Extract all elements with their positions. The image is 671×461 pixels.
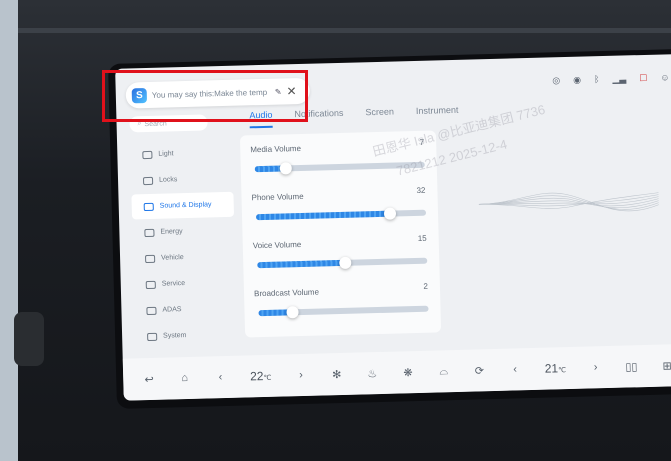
sidebar-item-adas[interactable]: ADAS bbox=[134, 296, 237, 324]
sound-wave-graphic bbox=[478, 192, 659, 212]
slider-handle[interactable] bbox=[286, 306, 299, 319]
home-icon[interactable]: ⌂ bbox=[179, 372, 191, 384]
temp-right-increase-icon[interactable]: › bbox=[590, 361, 602, 373]
sidebar-item-label: Vehicle bbox=[161, 254, 184, 262]
sidebar-item-energy[interactable]: Energy bbox=[132, 218, 235, 246]
temp-right-value[interactable]: 21℃ bbox=[544, 361, 567, 376]
temp-left-number: 22 bbox=[249, 369, 264, 384]
dashboard-trim bbox=[18, 28, 671, 33]
user-icon[interactable]: ☺ bbox=[660, 72, 669, 83]
display-icon bbox=[143, 202, 154, 211]
status-bar: ◎ ◉ ᛒ ▁▃ ☐ ☺ bbox=[552, 72, 669, 86]
sidebar-item-vehicle[interactable]: Vehicle bbox=[133, 244, 236, 272]
broadcast-icon: ◎ bbox=[552, 75, 561, 86]
back-icon[interactable]: ↩ bbox=[143, 372, 155, 385]
temp-unit: ℃ bbox=[263, 374, 272, 383]
volume-value: 32 bbox=[416, 185, 426, 195]
light-icon bbox=[142, 150, 153, 159]
window-frame-left bbox=[0, 0, 18, 461]
temp-right-decrease-icon[interactable]: ‹ bbox=[509, 363, 521, 375]
tab-screen[interactable]: Screen bbox=[365, 107, 394, 126]
signal-icon: ▁▃ bbox=[612, 73, 627, 84]
energy-icon bbox=[144, 228, 155, 237]
voice-volume-control: Voice Volume 15 bbox=[253, 231, 430, 276]
slider-handle[interactable] bbox=[279, 162, 292, 175]
highlight-box bbox=[102, 70, 308, 122]
sidebar-item-label: Service bbox=[161, 280, 186, 288]
sidebar-item-label: Sound & Display bbox=[159, 201, 212, 210]
volume-value: 15 bbox=[417, 233, 427, 243]
temp-left-decrease-icon[interactable]: ‹ bbox=[214, 371, 226, 383]
volume-label: Broadcast Volume bbox=[253, 287, 320, 299]
slider-fill bbox=[255, 210, 391, 221]
app-grid-icon[interactable]: ⊞ bbox=[661, 359, 671, 372]
car-lock-icon bbox=[142, 176, 154, 185]
settings-sidebar: Light Locks Sound & Display Energy Vehic… bbox=[130, 140, 237, 351]
sidebar-item-label: ADAS bbox=[162, 306, 182, 314]
sidebar-item-label: System bbox=[163, 332, 187, 340]
sidebar-item-label: Energy bbox=[160, 228, 183, 236]
air-recirculation-icon[interactable]: ⟳ bbox=[473, 364, 485, 377]
slider-fill bbox=[257, 259, 346, 269]
bluetooth-icon: ᛒ bbox=[593, 74, 600, 85]
volume-label: Voice Volume bbox=[252, 240, 302, 251]
service-icon bbox=[145, 280, 156, 289]
defrost-icon[interactable]: ⌓ bbox=[438, 365, 450, 378]
split-screen-icon[interactable]: ▯▯ bbox=[625, 360, 637, 373]
temp-unit: ℃ bbox=[558, 367, 567, 375]
dashboard-knob bbox=[14, 312, 44, 366]
temp-left-value[interactable]: 22℃ bbox=[249, 369, 272, 384]
sidebar-item-sound-display[interactable]: Sound & Display bbox=[131, 191, 235, 220]
system-icon bbox=[147, 332, 158, 341]
fan-icon[interactable]: ❋ bbox=[402, 366, 414, 379]
seat-heat-icon[interactable]: ♨ bbox=[366, 367, 378, 380]
slider-handle[interactable] bbox=[339, 256, 352, 270]
volume-label: Media Volume bbox=[250, 143, 302, 155]
adas-icon bbox=[146, 306, 157, 315]
slider-handle[interactable] bbox=[384, 207, 397, 220]
temp-left-increase-icon[interactable]: › bbox=[295, 369, 307, 381]
broadcast-volume-control: Broadcast Volume 2 bbox=[254, 279, 431, 324]
volume-value: 2 bbox=[423, 281, 429, 291]
volume-slider[interactable] bbox=[258, 305, 429, 319]
phone-volume-control: Phone Volume 32 bbox=[251, 183, 428, 228]
climate-icon[interactable]: ✻ bbox=[331, 367, 343, 381]
sidebar-item-service[interactable]: Service bbox=[133, 270, 236, 298]
volume-slider[interactable] bbox=[255, 207, 427, 221]
temp-right-number: 21 bbox=[544, 361, 559, 376]
sidebar-item-label: Locks bbox=[158, 176, 178, 184]
sidebar-item-system[interactable]: System bbox=[135, 322, 238, 350]
volume-label: Phone Volume bbox=[251, 191, 304, 203]
bottom-dock: ↩ ⌂ ‹ 22℃ › ✻ ♨ ❋ ⌓ ⟳ ‹ 21℃ › ▯▯ ⊞ bbox=[122, 343, 671, 401]
sidebar-item-light[interactable]: Light bbox=[130, 140, 233, 168]
volume-slider[interactable] bbox=[257, 256, 428, 270]
sidebar-item-locks[interactable]: Locks bbox=[131, 166, 234, 194]
wifi-icon: ◉ bbox=[573, 74, 582, 85]
phone-icon: ☐ bbox=[639, 72, 648, 84]
sidebar-item-label: Light bbox=[158, 150, 174, 158]
vehicle-icon bbox=[145, 254, 156, 263]
